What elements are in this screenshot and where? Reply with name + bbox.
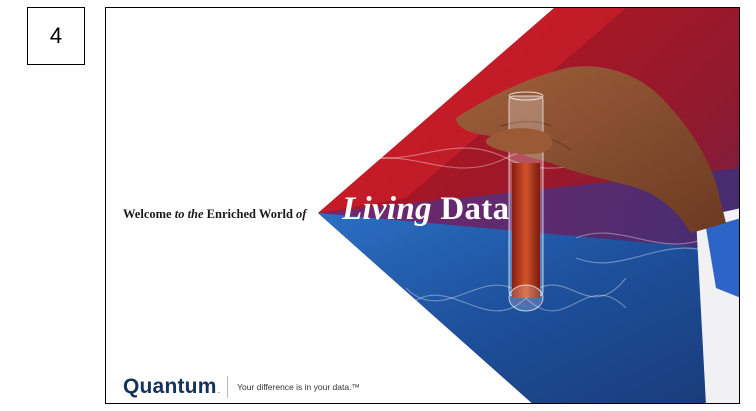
quantum-logo: Quantum xyxy=(123,375,217,398)
welcome-prefix: Welcome xyxy=(123,207,175,221)
brand-footer: Quantum . Your difference is in your dat… xyxy=(123,375,360,399)
test-tube-graphic xyxy=(508,91,544,312)
brand-divider xyxy=(227,376,229,398)
headline: Living Data xyxy=(342,191,509,228)
page-number: 4 xyxy=(49,23,63,48)
welcome-italic: to the xyxy=(174,207,204,221)
welcome-suffix: of xyxy=(296,207,307,221)
page-number-box: 4 xyxy=(27,7,85,65)
headline-plain: Data xyxy=(431,191,510,227)
welcome-middle: Enriched World xyxy=(203,207,297,221)
welcome-tagline: Welcome to the Enriched World of xyxy=(123,207,306,222)
slide: Welcome to the Enriched World of Living … xyxy=(105,7,740,404)
logo-dot: . xyxy=(217,385,221,395)
brand-tagline: Your difference is in your data.™ xyxy=(237,382,360,392)
headline-italic: Living xyxy=(342,191,432,227)
